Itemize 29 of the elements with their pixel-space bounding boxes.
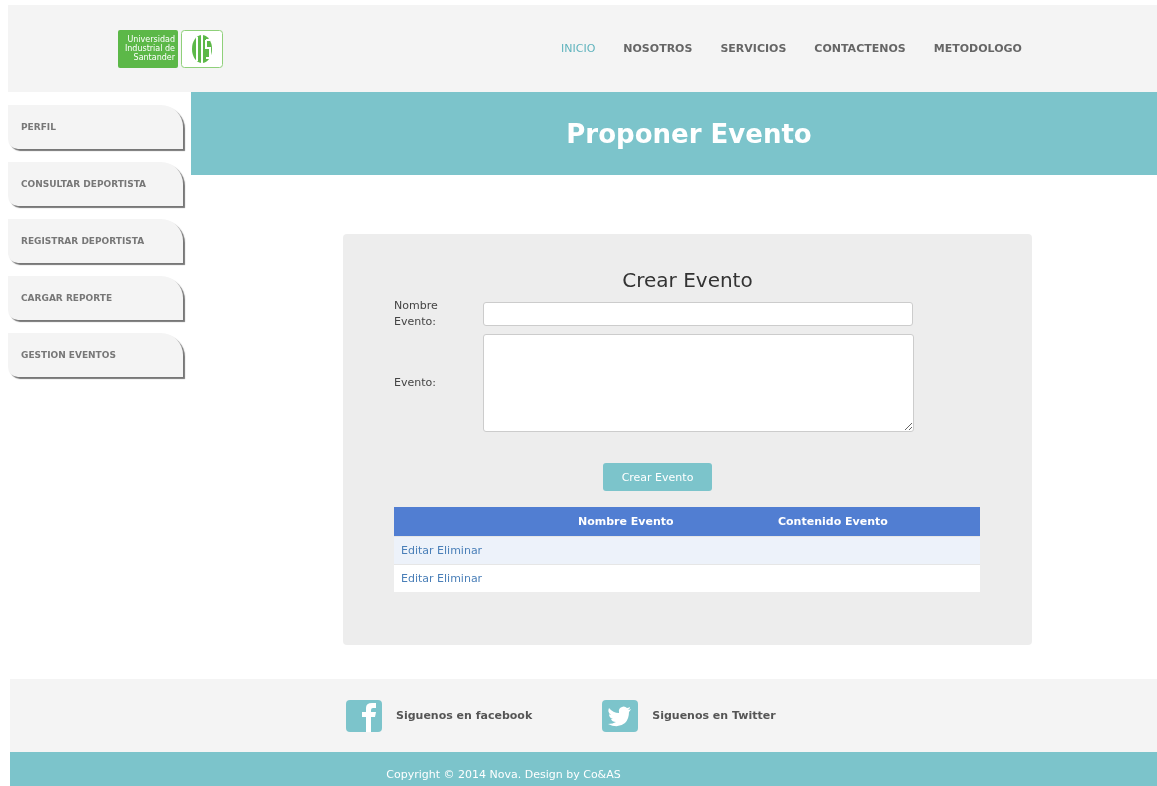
field-label: Nombre Evento: bbox=[394, 298, 439, 330]
input-field[interactable] bbox=[483, 302, 913, 326]
sidebar-item[interactable]: REGISTRAR DEPORTISTA bbox=[8, 219, 183, 263]
column-header: Nombre Evento bbox=[578, 514, 674, 528]
column-header: Contenido Evento bbox=[778, 514, 888, 528]
text-area[interactable] bbox=[483, 334, 914, 432]
sidebar-item[interactable]: CARGAR REPORTE bbox=[8, 276, 183, 320]
logo-text: Universidad Industrial de Santander bbox=[118, 29, 178, 68]
action-link[interactable]: Eliminar bbox=[437, 543, 483, 557]
sidebar-item[interactable]: CONSULTAR DEPORTISTA bbox=[8, 162, 183, 206]
nav-link[interactable]: INICIO bbox=[561, 42, 596, 55]
nav-link[interactable]: SERVICIOS bbox=[720, 42, 787, 55]
action-link[interactable]: Editar bbox=[401, 571, 434, 585]
page-title: Proponer Evento bbox=[566, 118, 812, 149]
form-title: Crear Evento bbox=[621, 268, 754, 292]
social-link[interactable]: Siguenos en Twitter bbox=[652, 709, 776, 722]
sidebar-item[interactable]: PERFIL bbox=[8, 105, 183, 149]
nav-link[interactable]: NOSOTROS bbox=[623, 42, 693, 55]
sidebar-item[interactable]: GESTION EVENTOS bbox=[8, 333, 183, 377]
action-link[interactable]: Eliminar bbox=[437, 571, 483, 585]
copyright-text: Copyright © 2014 Nova. Design by Co&AS bbox=[386, 768, 621, 781]
field-label: Evento: bbox=[394, 375, 437, 391]
facebook-icon[interactable] bbox=[346, 699, 382, 732]
action-link[interactable]: Editar bbox=[401, 543, 434, 557]
twitter-icon[interactable] bbox=[602, 699, 639, 732]
logo-icon bbox=[181, 29, 223, 68]
social-link[interactable]: Siguenos en facebook bbox=[396, 709, 533, 722]
nav-link[interactable]: METODOLOGO bbox=[933, 42, 1022, 55]
nav-link[interactable]: CONTACTENOS bbox=[814, 42, 906, 55]
